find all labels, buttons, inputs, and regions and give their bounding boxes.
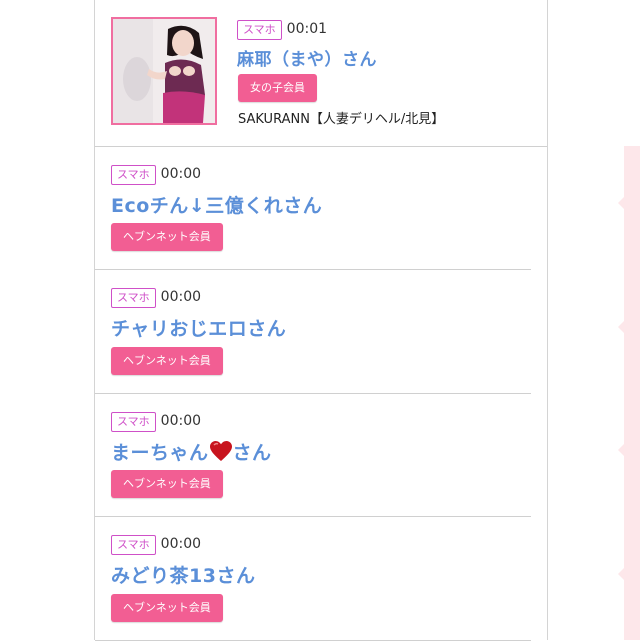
device-tag: スマホ (111, 535, 156, 555)
visitor-name-text: まーちゃん (111, 442, 209, 464)
list-item[interactable]: スマホ 00:00 チャリおじエロさん ヘブンネット会員 (95, 270, 531, 394)
visit-time: 00:00 (160, 535, 202, 552)
visitor-list: スマホ 00:01 麻耶（まや）さん 女の子会員 SAKURANN【人妻デリヘル/… (94, 0, 640, 641)
member-badge: ヘブンネット会員 (111, 470, 223, 498)
list-item[interactable]: スマホ 00:01 麻耶（まや）さん 女の子会員 SAKURANN【人妻デリヘル/… (95, 0, 547, 147)
side-notch (618, 196, 625, 210)
visitor-name-suffix: さん (232, 442, 272, 464)
heart-icon (209, 441, 232, 461)
member-badge: 女の子会員 (238, 74, 317, 102)
side-notch (618, 443, 625, 457)
visitor-name[interactable]: チャリおじエロさん (111, 314, 286, 341)
profile-photo[interactable] (111, 17, 217, 125)
list-item[interactable]: スマホ 00:00 Ecoチん↓三億くれさん ヘブンネット会員 (95, 147, 531, 270)
device-tag: スマホ (111, 412, 156, 432)
visitor-name[interactable]: Ecoチん↓三億くれさん (111, 191, 322, 218)
visitor-name[interactable]: 麻耶（まや）さん (237, 45, 377, 70)
visitor-name[interactable]: みどり茶13さん (111, 561, 255, 588)
visitor-name[interactable]: まーちゃん さん (111, 438, 272, 465)
side-accent-band (624, 146, 640, 640)
list-item[interactable]: スマホ 00:00 みどり茶13さん ヘブンネット会員 (95, 517, 531, 641)
member-badge: ヘブンネット会員 (111, 347, 223, 375)
shop-name[interactable]: SAKURANN【人妻デリヘル/北見】 (238, 108, 444, 127)
member-badge: ヘブンネット会員 (111, 223, 223, 251)
visit-time: 00:01 (286, 20, 328, 37)
device-tag: スマホ (111, 165, 156, 185)
device-tag: スマホ (237, 20, 282, 40)
device-tag: スマホ (111, 288, 156, 308)
profile-photo-image (113, 19, 215, 123)
side-notch (618, 567, 625, 581)
side-notch (618, 320, 625, 334)
member-badge: ヘブンネット会員 (111, 594, 223, 622)
visit-time: 00:00 (160, 412, 202, 429)
list-item[interactable]: スマホ 00:00 まーちゃん さん ヘブンネット会員 (95, 394, 531, 517)
visit-time: 00:00 (160, 165, 202, 182)
visit-time: 00:00 (160, 288, 202, 305)
